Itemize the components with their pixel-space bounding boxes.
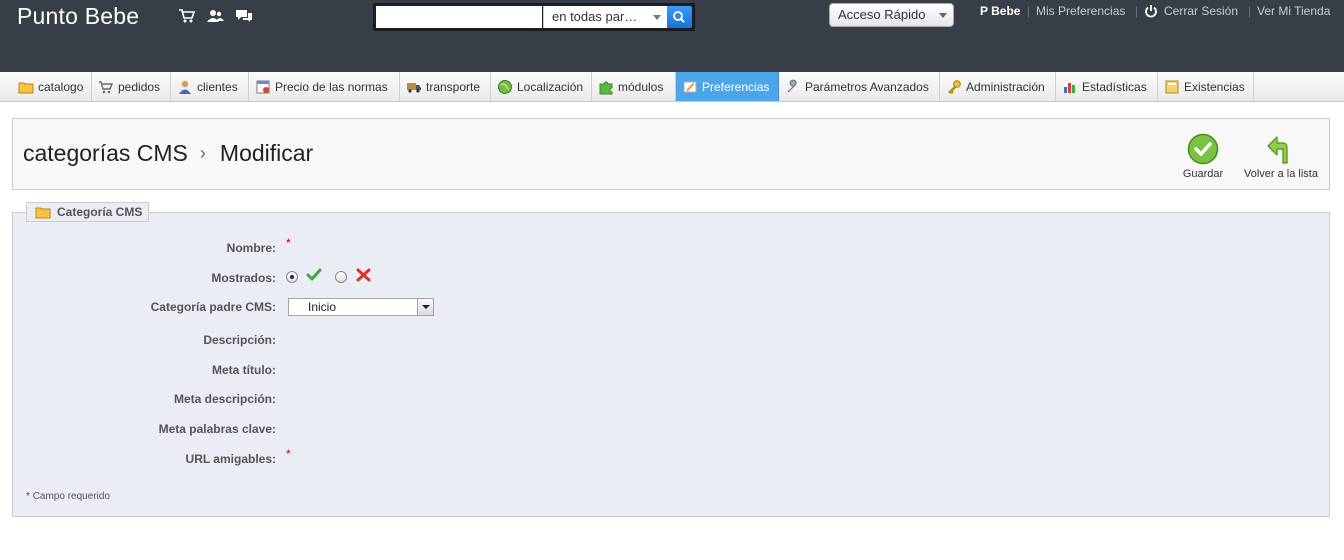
menu-item-shipping[interactable]: transporte — [400, 72, 491, 101]
menu-item-preferences[interactable]: Preferencias — [676, 72, 779, 101]
separator: | — [1027, 4, 1031, 18]
menu-item-label: transporte — [426, 80, 481, 94]
menu-item-label: módulos — [618, 80, 664, 94]
chevron-down-icon — [939, 13, 947, 18]
menu-item-advanced-parameters[interactable]: Parámetros Avanzados — [779, 72, 940, 101]
page-title: categorías CMS — [23, 140, 188, 166]
power-icon[interactable] — [1144, 4, 1158, 18]
menu-item-catalog[interactable]: catalogo — [12, 72, 92, 101]
legend-label: Categoría CMS — [57, 205, 143, 219]
save-label: Guardar — [1182, 168, 1224, 180]
price-rules-icon — [256, 80, 270, 94]
search-input[interactable] — [376, 6, 542, 28]
breadcrumb-current: Modificar — [219, 140, 314, 166]
parent-category-label: Categoría padre CMS: — [150, 300, 276, 314]
search-scope-label: en todas par… — [552, 9, 638, 24]
menu-item-stats[interactable]: Estadísticas — [1056, 72, 1158, 101]
stock-icon — [1165, 80, 1179, 94]
meta-description-label: Meta descripción: — [173, 392, 276, 406]
employee-name-link[interactable]: P Bebe — [980, 4, 1020, 18]
parent-category-select[interactable]: Inicio — [288, 298, 434, 316]
back-to-list-label: Volver a la lista — [1244, 168, 1318, 180]
chevron-down-icon — [653, 15, 661, 20]
required-note: * Campo requerido — [26, 491, 110, 502]
preferences-icon — [683, 81, 697, 93]
truck-icon — [407, 83, 421, 93]
wrench-icon — [787, 79, 797, 93]
required-marker: * — [286, 447, 291, 461]
folder-icon — [18, 82, 34, 94]
chevron-down-icon — [417, 299, 433, 315]
messages-icon[interactable] — [235, 8, 253, 24]
menu-item-label: Localización — [517, 80, 584, 94]
shop-name[interactable]: Punto Bebe — [17, 3, 139, 30]
top-header: Punto Bebe en todas par… Acceso Rápido P… — [0, 0, 1344, 72]
customers-icon[interactable] — [206, 8, 224, 24]
menu-item-label: Administración — [966, 80, 1045, 94]
check-icon[interactable] — [306, 268, 322, 282]
displayed-label: Mostrados: — [211, 271, 276, 285]
menu-item-stock[interactable]: Existencias — [1158, 72, 1254, 101]
chevron-right-icon: › — [199, 143, 206, 163]
quick-access-select[interactable]: Acceso Rápido — [829, 3, 954, 27]
cart-icon — [99, 81, 114, 94]
cross-icon[interactable] — [356, 268, 371, 282]
breadcrumb: categorías CMS › Modificar — [23, 140, 313, 167]
my-preferences-link[interactable]: Mis Preferencias — [1036, 4, 1125, 18]
menu-item-label: Estadísticas — [1082, 80, 1147, 94]
quick-access-label: Acceso Rápido — [838, 7, 926, 22]
folder-icon — [35, 207, 51, 219]
displayed-yes-radio[interactable] — [286, 271, 298, 283]
menu-item-customers[interactable]: clientes — [171, 72, 249, 101]
stats-icon — [1064, 83, 1075, 93]
cms-category-fieldset — [12, 212, 1330, 517]
required-note-text: Campo requerido — [32, 491, 110, 502]
menu-item-modules[interactable]: módulos — [592, 72, 676, 101]
fieldset-legend: Categoría CMS — [26, 202, 150, 222]
save-button[interactable]: Guardar — [1181, 133, 1225, 180]
displayed-no-radio[interactable] — [335, 271, 347, 283]
main-menu: catalogo pedidos clientes Precio de las … — [0, 72, 1344, 102]
search-icon — [673, 11, 685, 23]
menu-item-label: pedidos — [118, 80, 161, 94]
name-label: Nombre: — [226, 241, 276, 255]
description-label: Descripción: — [203, 333, 276, 347]
required-marker: * — [26, 491, 30, 502]
menu-item-label: clientes — [197, 80, 238, 94]
view-shop-link[interactable]: Ver Mi Tienda — [1257, 4, 1330, 18]
globe-icon — [498, 80, 512, 94]
menu-item-price-rules[interactable]: Precio de las normas — [249, 72, 400, 101]
meta-keywords-label: Meta palabras clave: — [158, 422, 276, 436]
menu-item-localization[interactable]: Localización — [491, 72, 592, 101]
separator: | — [1135, 4, 1139, 18]
separator: | — [1248, 4, 1252, 18]
key-icon — [948, 80, 961, 94]
menu-item-label: Precio de las normas — [275, 80, 388, 94]
friendly-url-label: URL amigables: — [185, 452, 276, 466]
menu-item-label: Parámetros Avanzados — [805, 80, 929, 94]
logout-link[interactable]: Cerrar Sesión — [1164, 4, 1238, 18]
user-icon — [179, 80, 191, 94]
meta-title-label: Meta título: — [212, 363, 276, 377]
menu-item-administration[interactable]: Administración — [940, 72, 1056, 101]
page-toolbar: categorías CMS › Modificar Guardar Volver … — [12, 118, 1330, 190]
menu-item-label: Preferencias — [702, 80, 770, 94]
required-marker: * — [286, 236, 291, 250]
menu-item-label: Existencias — [1184, 80, 1245, 94]
search-button[interactable] — [667, 6, 692, 28]
puzzle-icon — [599, 81, 613, 95]
menu-item-orders[interactable]: pedidos — [92, 72, 171, 101]
back-arrow-icon — [1267, 136, 1288, 164]
check-circle-icon — [1187, 133, 1219, 165]
search-scope-select[interactable]: en todas par… — [543, 6, 667, 28]
search-box: en todas par… — [373, 3, 695, 31]
menu-item-label: catalogo — [38, 80, 84, 94]
parent-category-value: Inicio — [308, 300, 337, 314]
back-to-list-button[interactable]: Volver a la lista — [1241, 133, 1321, 180]
cart-icon[interactable] — [178, 8, 196, 24]
